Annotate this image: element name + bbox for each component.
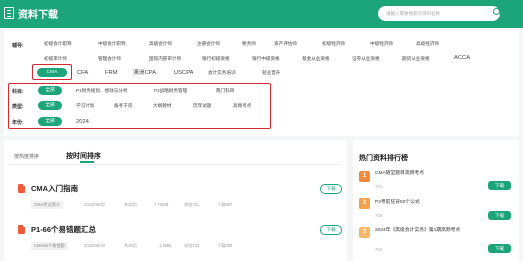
type-option[interactable]: 历年试题: [193, 103, 211, 109]
rank-item-count: 771: [375, 184, 383, 189]
resource-list-panel: 按热度排序 按时间排序 CMA入门指南 CMA考试简介 2024/06/22 共…: [4, 140, 347, 261]
resource-pages: 共30页: [124, 243, 138, 248]
year-label: 年份:: [12, 120, 24, 126]
rank-item-name[interactable]: 2024年《高级会计实务》第1期高频考点: [375, 228, 479, 234]
category-option[interactable]: 初级会计职称: [44, 41, 72, 47]
category-option[interactable]: 澳洲CPA: [133, 70, 156, 76]
document-icon: [18, 225, 25, 234]
resource-size: 1.2MB: [159, 243, 172, 248]
tab-sort-heat[interactable]: 按热度排序: [14, 153, 39, 160]
document-icon: [4, 7, 14, 19]
download-button[interactable]: 下载: [488, 181, 511, 190]
filter-panel: 辅导: 初级会计职称 中级会计职称 高级会计师 注册会计师 税务师 资产评估师 …: [4, 30, 519, 136]
category-option[interactable]: 中级经济师: [370, 41, 393, 47]
category-option[interactable]: 会计实务培训: [208, 70, 236, 76]
category-option[interactable]: 基金从业资格: [302, 56, 330, 62]
subject-option[interactable]: P2战略财务管理: [154, 88, 187, 94]
type-option[interactable]: 备考干货: [114, 103, 132, 109]
tab-sort-time[interactable]: 按时间排序: [66, 151, 101, 161]
resource-date: 2024/06/22: [84, 202, 105, 207]
category-option[interactable]: USCPA: [174, 70, 194, 76]
category-option[interactable]: ACCA: [454, 55, 470, 61]
category-option[interactable]: 税务师: [242, 41, 256, 47]
category-option[interactable]: 初级经济师: [322, 41, 345, 47]
category-option[interactable]: 银行初级资格: [202, 56, 230, 62]
search-input[interactable]: 请输入需要搜索的资料名称: [378, 6, 500, 21]
rank-item-count: 735: [375, 213, 383, 218]
document-icon: [18, 184, 25, 193]
search-icon[interactable]: [493, 8, 500, 15]
year-all-button[interactable]: 全部: [38, 117, 62, 126]
type-all-button[interactable]: 全部: [38, 101, 62, 110]
resource-downloads: 下载359: [217, 243, 233, 248]
type-label: 类型:: [12, 104, 24, 110]
category-option[interactable]: 高级会计师: [149, 41, 172, 47]
page-title: 资料下载: [18, 10, 58, 21]
type-option[interactable]: 大纲教材: [153, 103, 171, 109]
ranking-title: 热门资料排行榜: [359, 155, 408, 162]
download-button[interactable]: 下载: [320, 184, 342, 194]
category-option[interactable]: 高级经济师: [416, 41, 439, 47]
subject-option[interactable]: P1财务规划、绩效与分析: [76, 88, 128, 94]
rank-number: 2: [359, 198, 370, 209]
rank-number: 1: [359, 171, 370, 182]
resource-views: 浏览711: [184, 202, 200, 207]
category-option[interactable]: 注册会计师: [197, 41, 220, 47]
category-option[interactable]: CFA: [77, 70, 88, 76]
active-tab-indicator: [80, 161, 94, 163]
category-option[interactable]: 初级审计师: [44, 56, 67, 62]
resource-title[interactable]: CMA入门指南: [31, 183, 78, 194]
rank-item-count: 702: [375, 247, 383, 252]
category-option[interactable]: 证券从业资格: [352, 56, 380, 62]
subject-option[interactable]: 两门科目: [216, 88, 234, 94]
type-option[interactable]: 学习计划: [76, 103, 94, 109]
download-button[interactable]: 下载: [488, 244, 511, 253]
category-label: 辅导:: [12, 43, 24, 49]
download-button[interactable]: 下载: [488, 211, 511, 220]
category-option-selected[interactable]: CMA: [37, 68, 67, 77]
resource-pages: 共20页: [124, 202, 138, 207]
download-button[interactable]: 下载: [320, 225, 342, 235]
resource-tag: CMA考试简介: [31, 201, 64, 209]
type-option[interactable]: 高频考点: [233, 103, 251, 109]
year-option[interactable]: 2024: [76, 119, 89, 125]
category-option[interactable]: FRM: [105, 70, 118, 76]
resource-size: 7.72MB: [154, 202, 169, 207]
category-option[interactable]: 期货从业资格: [402, 56, 430, 62]
divider: [10, 164, 341, 165]
resource-downloads: 下载587: [217, 202, 233, 207]
resource-views: 浏览742: [184, 243, 200, 248]
ranking-panel: 热门资料排行榜 1 CMA随堂题目高频考点 771 下载 2 P2考前狂背50个…: [353, 140, 519, 261]
subject-all-button[interactable]: 全部: [38, 86, 62, 95]
category-option[interactable]: 就业晋升: [262, 70, 280, 76]
rank-number: 3: [359, 227, 370, 238]
resource-date: 2024/06/19: [84, 243, 105, 248]
category-option[interactable]: 管理会计师: [98, 56, 121, 62]
resource-title[interactable]: P1-66个易错题汇总: [31, 224, 96, 235]
rank-item-name[interactable]: CMA随堂题目高频考点: [375, 171, 424, 177]
rank-item-name[interactable]: P2考前狂背50个公式: [375, 200, 420, 206]
category-option[interactable]: 中级会计职称: [98, 41, 126, 47]
resource-tag: CMA66个易错题: [31, 242, 68, 250]
category-option[interactable]: 资产评估师: [274, 41, 297, 47]
header-bar: 资料下载 请输入需要搜索的资料名称: [0, 0, 523, 28]
category-option[interactable]: 国际内部审计师: [149, 56, 181, 62]
category-option[interactable]: 银行中级资格: [252, 56, 280, 62]
subject-label: 科目:: [12, 89, 24, 95]
